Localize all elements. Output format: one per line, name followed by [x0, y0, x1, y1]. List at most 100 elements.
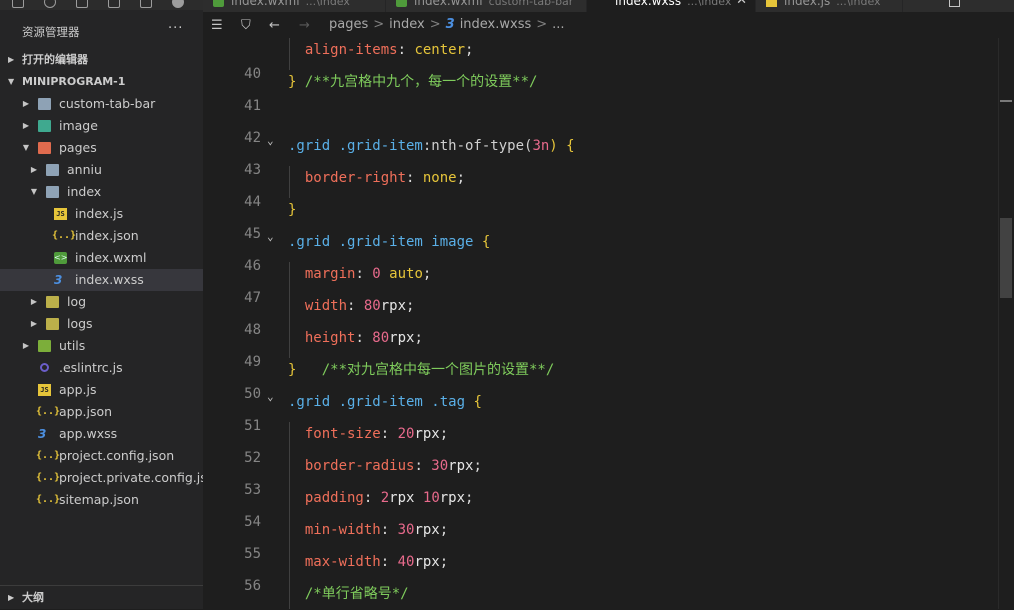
chevron-right-icon: ▶ [8, 55, 15, 64]
tree-item-index-wxml[interactable]: <> index.wxml [0, 247, 203, 269]
tree-item-custom-tab-bar[interactable]: ▶ custom-tab-bar [0, 93, 203, 115]
project-header[interactable]: ▼ MINIPROGRAM-1 [0, 71, 203, 93]
breadcrumb-bar: ☰ ⛉ ← → pages > index >3 index.wxss >... [203, 12, 1014, 38]
json-file-icon: {..} [36, 406, 61, 417]
wxml-file-icon [213, 0, 224, 7]
chevron-right-icon: ▶ [30, 319, 38, 328]
search-icon[interactable] [44, 0, 56, 8]
chevron-right-icon: ▶ [30, 297, 38, 306]
js-file-icon: JS [38, 384, 51, 396]
open-editors-header[interactable]: ▶ 打开的编辑器 [0, 49, 203, 71]
image-folder-icon [38, 120, 51, 132]
code-line: 57 /*单行省略号*/ [304, 586, 409, 602]
account-icon[interactable] [172, 0, 184, 8]
fold-chevron-icon[interactable]: ⌄ [267, 225, 274, 249]
chevron-right-icon: ▶ [22, 99, 30, 108]
code-line: 45 } [244, 202, 297, 242]
crumb-more[interactable]: ... [552, 17, 564, 32]
json-file-icon: {..} [36, 494, 61, 505]
tree-item-index-json[interactable]: {..} index.json [0, 225, 203, 247]
tab-index-wxml[interactable]: index.wxml ...\index [203, 0, 386, 12]
tree-item-image[interactable]: ▶ image [0, 115, 203, 137]
tree-item-project-config[interactable]: {..} project.config.json [0, 445, 203, 467]
arrow-right-icon[interactable]: → [299, 18, 310, 33]
vscode-window: 资源管理器 ··· ▶ 打开的编辑器 ▼ MINIPROGRAM-1 ▶ cus… [0, 0, 1014, 609]
code-line: 52 font-size: 20rpx; [244, 426, 449, 466]
tree-item-app-js[interactable]: JS app.js [0, 379, 203, 401]
folder-icon [46, 296, 59, 308]
crumb-index-wxss[interactable]: index.wxss [460, 17, 532, 32]
code-line: 43 ⌄ .grid .grid-item:nth-of-type(3n) { [203, 134, 998, 178]
chevron-right-icon: ▶ [22, 121, 30, 130]
tab-overflow[interactable] [903, 0, 1014, 12]
tree-item-index-js[interactable]: JS index.js [0, 203, 203, 225]
eslint-file-icon [40, 363, 49, 372]
tree-item-eslintrc[interactable]: .eslintrc.js [0, 357, 203, 379]
close-icon[interactable]: ✕ [736, 0, 747, 8]
breadcrumb: pages > index >3 index.wxss >... [329, 17, 565, 32]
bookmark-icon[interactable]: ⛉ [241, 18, 251, 33]
tree-item-index-wxss[interactable]: 3 index.wxss [0, 269, 203, 291]
code-line: 53 border-radius: 30rpx; [244, 458, 482, 498]
more-actions-icon[interactable]: ··· [168, 21, 183, 36]
code-line: 40 align-items: center; [244, 42, 474, 82]
code-line: 44 border-right: none; [244, 170, 466, 210]
fold-chevron-icon[interactable]: ⌄ [267, 129, 274, 153]
crumb-index[interactable]: index [389, 17, 425, 32]
explorer-title: 资源管理器 [22, 25, 80, 39]
editor-scrollbar[interactable] [998, 38, 1013, 609]
chevron-down-icon: ▼ [8, 77, 15, 86]
outline-header[interactable]: ▶ 大纲 [0, 585, 203, 610]
extensions-icon[interactable] [108, 0, 120, 8]
overview-ruler-mark [1000, 100, 1012, 102]
chevron-right-icon: ▶ [30, 165, 38, 174]
tree-item-app-json[interactable]: {..} app.json [0, 401, 203, 423]
folder-icon [46, 318, 59, 330]
debug-icon[interactable] [140, 0, 152, 8]
code-line: 46 ⌄ .grid .grid-item image { [203, 230, 998, 274]
tab-index-wxss[interactable]: index.wxss ...\index ✕ [587, 0, 756, 12]
wxml-file-icon [396, 0, 407, 7]
tree-item-logs[interactable]: ▶ logs [0, 313, 203, 335]
crumb-pages[interactable]: pages [329, 17, 368, 32]
code-line: 56 max-width: 40rpx; [244, 554, 449, 594]
tab-index-wxml-custom[interactable]: index.wxml custom-tab-bar [386, 0, 587, 12]
tree-item-sitemap[interactable]: {..} sitemap.json [0, 489, 203, 511]
code-editor[interactable]: 40 align-items: center; 41 } /**九宫格中九个，每… [203, 38, 1014, 609]
folder-icon [38, 98, 51, 110]
folder-open-icon [46, 186, 59, 198]
json-file-icon: {..} [36, 472, 61, 483]
wxss-file-icon [597, 0, 608, 7]
code-line: 51 ⌄ .grid .grid-item .tag { [203, 390, 998, 434]
list-icon[interactable]: ☰ [211, 18, 223, 33]
editor-tabs: index.wxml ...\index index.wxml custom-tab… [203, 0, 1014, 12]
code-line: 41 } /**九宫格中九个，每一个的设置**/ [244, 74, 538, 114]
tree-item-pages[interactable]: ▼ pages [0, 137, 203, 159]
tree-item-utils[interactable]: ▶ utils [0, 335, 203, 357]
tab-index-js[interactable]: index.js ...\index [756, 0, 903, 12]
code-line: 42 [244, 130, 261, 146]
tree-item-app-wxss[interactable]: 3 app.wxss [0, 423, 203, 445]
tree-item-index-folder[interactable]: ▼ index [0, 181, 203, 203]
activity-toolbar [0, 0, 203, 10]
scrollbar-thumb[interactable] [1000, 218, 1012, 298]
split-editor-icon[interactable] [949, 0, 960, 7]
code-line: 48 width: 80rpx; [244, 298, 415, 338]
chevron-right-icon: ▶ [22, 341, 30, 350]
files-icon[interactable] [12, 0, 24, 8]
arrow-left-icon[interactable]: ← [269, 18, 280, 33]
chevron-down-icon: ▼ [30, 187, 38, 196]
code-line: 49 height: 80rpx; [244, 330, 423, 370]
wxss-file-icon: 3 [38, 427, 47, 441]
folder-icon [46, 164, 59, 176]
tree-item-anniu[interactable]: ▶ anniu [0, 159, 203, 181]
wxml-file-icon: <> [54, 252, 68, 264]
fold-chevron-icon[interactable]: ⌄ [267, 385, 274, 409]
tree-item-project-private-config[interactable]: {..} project.private.config.js... [0, 467, 219, 489]
source-control-icon[interactable] [76, 0, 88, 8]
json-file-icon: {..} [36, 450, 61, 461]
js-file-icon [766, 0, 777, 7]
tree-item-log[interactable]: ▶ log [0, 291, 203, 313]
utils-folder-icon [38, 340, 51, 352]
wxss-file-icon: 3 [445, 17, 455, 32]
